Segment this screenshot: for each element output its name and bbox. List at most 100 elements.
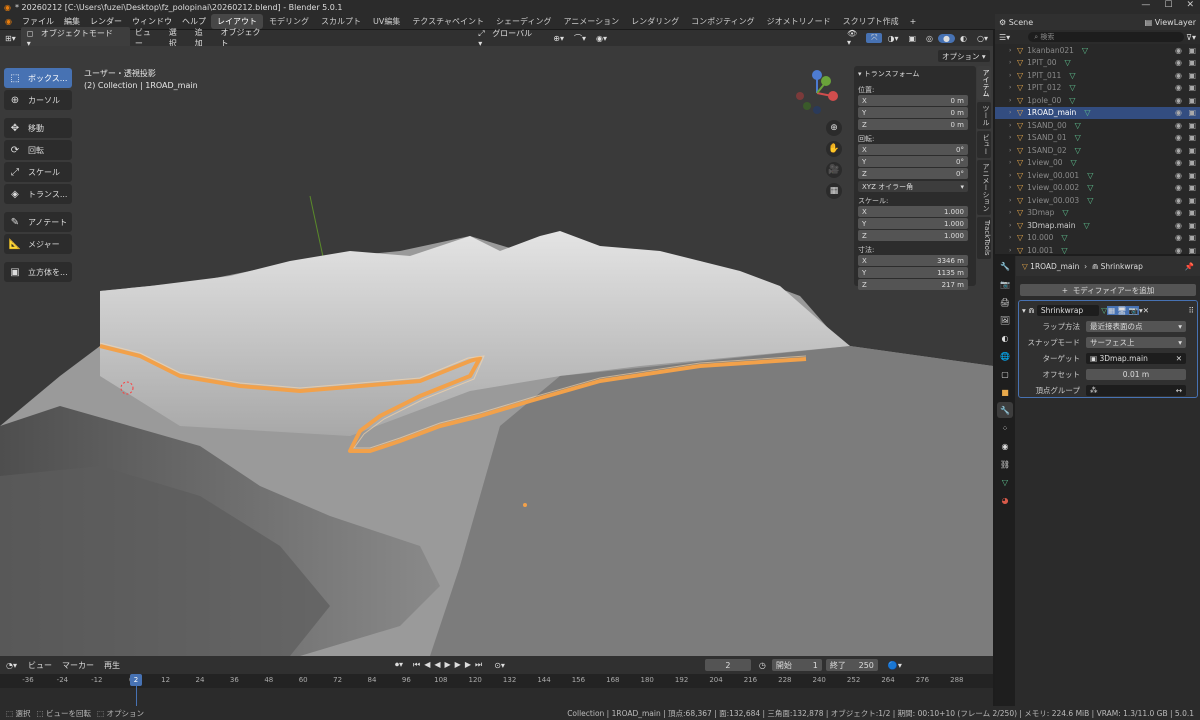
shading-solid-icon[interactable]: ● — [938, 33, 956, 43]
data-props-icon[interactable]: ▽ — [997, 474, 1013, 490]
render-camera-icon[interactable]: ▣ — [1188, 133, 1196, 142]
current-frame-field[interactable]: 2 — [704, 659, 751, 671]
playhead[interactable]: 2 — [130, 674, 144, 706]
y-axis-icon[interactable] — [821, 76, 831, 86]
tool-add-cube[interactable]: ▣ 立方体を... — [4, 262, 72, 282]
maximize-icon[interactable]: ☐ — [1164, 0, 1172, 10]
pin-icon[interactable]: 📌 — [1185, 262, 1194, 271]
expand-arrow-icon[interactable]: › — [1009, 247, 1011, 254]
render-camera-icon[interactable]: ▣ — [1188, 71, 1196, 80]
tab-rendering[interactable]: レンダリング — [625, 14, 685, 29]
expand-arrow-icon[interactable]: › — [1009, 122, 1011, 129]
location-z-field[interactable]: Z 0 m — [858, 119, 968, 130]
render-camera-icon[interactable]: ▣ — [1188, 171, 1196, 180]
display-mode-icon[interactable]: ☰▾ — [999, 33, 1010, 42]
rotation-y-field[interactable]: Y 0° — [858, 156, 968, 167]
collapse-icon[interactable]: ▾ — [1022, 306, 1026, 315]
world-props-icon[interactable]: 🌐 — [997, 348, 1013, 364]
tab-animation[interactable]: アニメーション — [977, 160, 991, 215]
rotation-z-field[interactable]: Z 0° — [858, 168, 968, 179]
camera-view-icon[interactable]: 🎥 — [826, 162, 842, 178]
object-props-icon[interactable]: ■ — [997, 384, 1013, 400]
editor-type-icon[interactable]: ⊞▾ — [0, 34, 21, 43]
timeline-menu-playback[interactable]: 再生 — [99, 660, 125, 671]
physics-icon[interactable]: ◉ — [997, 438, 1013, 454]
shading-wire-icon[interactable]: ◎ — [921, 34, 938, 43]
eye-icon[interactable]: ◉ — [1175, 208, 1182, 217]
editor-type-clock-icon[interactable]: ◔▾ — [0, 661, 23, 670]
expand-arrow-icon[interactable]: › — [1009, 47, 1011, 54]
render-camera-icon[interactable]: ▣ — [1188, 108, 1196, 117]
viewport-toggle-icon[interactable]: 🖥 — [1116, 306, 1128, 315]
expand-arrow-icon[interactable]: › — [1009, 147, 1011, 154]
rotation-x-field[interactable]: X 0° — [858, 144, 968, 155]
scene-props-icon[interactable]: ◐ — [997, 330, 1013, 346]
dimensions-x-field[interactable]: X 3346 m — [858, 255, 968, 266]
eye-icon[interactable]: ◉ — [1175, 196, 1182, 205]
render-camera-icon[interactable]: ▣ — [1188, 158, 1196, 167]
eye-icon[interactable]: ◉ — [1175, 83, 1182, 92]
outliner-item[interactable]: › ▽ 1view_00.003 ▽ ◉ ▣ — [995, 194, 1200, 207]
add-modifier-button[interactable]: + モディファイアーを追加 — [1020, 284, 1196, 296]
add-workspace-button[interactable]: + — [905, 17, 922, 26]
render-camera-icon[interactable]: ▣ — [1188, 96, 1196, 105]
menu-file[interactable]: ファイル — [17, 16, 59, 27]
vertex-group-field[interactable]: ⁂ ↔ — [1086, 384, 1186, 396]
xray-icon[interactable]: ▣ — [903, 34, 921, 43]
expand-arrow-icon[interactable]: › — [1009, 197, 1011, 204]
render-toggle-icon[interactable]: 📷 — [1127, 306, 1139, 315]
eye-icon[interactable]: ◉ — [1175, 146, 1182, 155]
outliner-item[interactable]: › ▽ 1view_00.002 ▽ ◉ ▣ — [995, 182, 1200, 195]
clear-icon[interactable]: ✕ — [1176, 354, 1182, 363]
outliner-item[interactable]: › ▽ 1view_00.001 ▽ ◉ ▣ — [995, 169, 1200, 182]
eye-icon[interactable]: ◉ — [1175, 158, 1182, 167]
dimensions-z-field[interactable]: Z 217 m — [858, 279, 968, 290]
tab-view[interactable]: ビュー — [977, 131, 991, 158]
expand-arrow-icon[interactable]: › — [1009, 172, 1011, 179]
keying-icon[interactable]: ⊙▾ — [494, 661, 505, 670]
expand-arrow-icon[interactable]: › — [1009, 97, 1011, 104]
eye-icon[interactable]: ◉ — [1175, 46, 1182, 55]
tool-annotate[interactable]: ✎ アノテート — [4, 212, 72, 232]
tab-sculpt[interactable]: スカルプト — [315, 14, 367, 29]
axis-gizmo[interactable] — [792, 68, 842, 118]
rotation-mode-dropdown[interactable]: XYZ オイラー角 ▾ — [858, 181, 968, 192]
render-camera-icon[interactable]: ▣ — [1188, 146, 1196, 155]
material-props-icon[interactable]: ◕ — [997, 492, 1013, 508]
remove-modifier-icon[interactable]: ✕ — [1143, 306, 1149, 315]
menu-window[interactable]: ウィンドウ — [127, 16, 177, 27]
eye-icon[interactable]: ◉ — [1175, 71, 1182, 80]
eye-icon[interactable]: ◉ — [1175, 171, 1182, 180]
outliner-search-input[interactable]: ⌕ 検索 — [1028, 32, 1184, 42]
expand-arrow-icon[interactable]: › — [1009, 84, 1011, 91]
render-props-icon[interactable]: 📷 — [997, 276, 1013, 292]
tab-shading[interactable]: シェーディング — [490, 14, 557, 29]
render-camera-icon[interactable]: ▣ — [1188, 221, 1196, 230]
3d-viewport[interactable] — [0, 46, 993, 656]
outliner-item[interactable]: › ▽ 1SAND_01 ▽ ◉ ▣ — [995, 132, 1200, 145]
expand-arrow-icon[interactable]: › — [1009, 109, 1011, 116]
shading-material-icon[interactable]: ◐ — [955, 34, 972, 43]
target-field[interactable]: ▣ 3Dmap.main ✕ — [1086, 352, 1186, 364]
tool-move[interactable]: ✥ 移動 — [4, 118, 72, 138]
blender-menu-icon[interactable]: ◉ — [0, 17, 17, 26]
proportional-icon[interactable]: ◉▾ — [591, 34, 612, 43]
tool-rotate[interactable]: ⟳ 回転 — [4, 140, 72, 160]
render-camera-icon[interactable]: ▣ — [1188, 246, 1196, 255]
eye-icon[interactable]: ◉ — [1175, 133, 1182, 142]
tab-tracktools[interactable]: TrackTools — [977, 217, 991, 259]
timeline[interactable]: -36-24-120122436486072849610812013214415… — [0, 674, 993, 706]
collection-props-icon[interactable]: ▢ — [997, 366, 1013, 382]
modifier-name-field[interactable]: Shrinkwrap — [1036, 305, 1099, 316]
outliner-item[interactable]: › ▽ 1pole_00 ▽ ◉ ▣ — [995, 94, 1200, 107]
outliner-item[interactable]: › ▽ 1PIT_012 ▽ ◉ ▣ — [995, 82, 1200, 95]
timeline-menu-marker[interactable]: マーカー — [57, 660, 99, 671]
gizmo-icon[interactable]: ⤧ — [866, 33, 883, 43]
outliner-item[interactable]: › ▽ 3Dmap.main ▽ ◉ ▣ — [995, 219, 1200, 232]
snap-icon[interactable]: ⌒▾ — [569, 33, 591, 44]
tool-cursor[interactable]: ⊕ カーソル — [4, 90, 72, 110]
eye-icon[interactable]: ◉ — [1175, 246, 1182, 255]
render-camera-icon[interactable]: ▣ — [1188, 83, 1196, 92]
start-frame-field[interactable]: 開始 1 — [771, 659, 822, 671]
pivot-icon[interactable]: ⊕▾ — [548, 34, 569, 43]
